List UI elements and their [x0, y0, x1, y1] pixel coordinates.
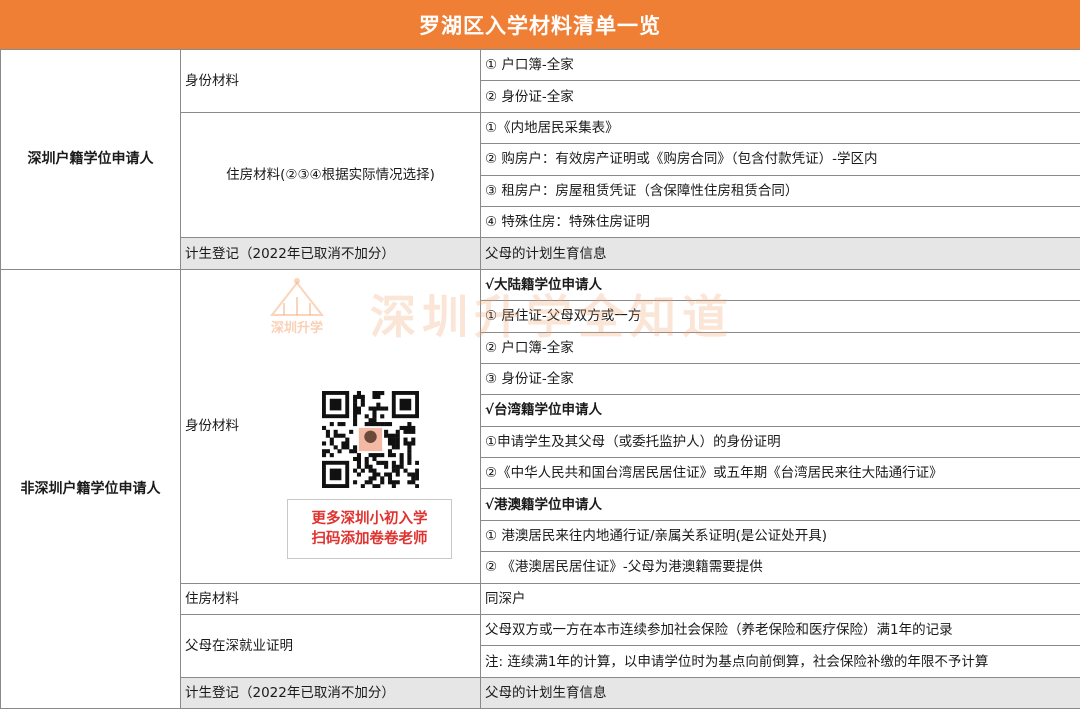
family-planning-label: 计生登记（2022年已取消不加分）: [181, 238, 481, 269]
table-row: 非深圳户籍学位申请人 身份材料 √大陆籍学位申请人: [1, 269, 1080, 300]
list-item: ①申请学生及其父母（或委托监护人）的身份证明: [481, 426, 1080, 457]
list-item: √台湾籍学位申请人: [481, 395, 1080, 426]
family-planning-label: 计生登记（2022年已取消不加分）: [181, 677, 481, 708]
list-item: ①《内地居民采集表》: [481, 112, 1080, 143]
id-materials-label: 身份材料: [181, 50, 481, 113]
list-item: √港澳籍学位申请人: [481, 489, 1080, 520]
family-planning-value: 父母的计划生育信息: [481, 238, 1080, 269]
housing-materials-label: 住房材料(②③④根据实际情况选择): [181, 112, 481, 238]
promo-box: 更多深圳小初入学 扫码添加卷卷老师: [287, 499, 452, 559]
materials-table: 深圳户籍学位申请人 身份材料 ① 户口簿-全家 ② 身份证-全家 住房材料(②③…: [0, 49, 1080, 709]
applicant-shenzhen: 深圳户籍学位申请人: [1, 50, 181, 270]
list-item: ① 居住证-父母双方或一方: [481, 301, 1080, 332]
list-item: ① 港澳居民来往内地通行证/亲属关系证明(是公证处开具): [481, 520, 1080, 551]
page-title: 罗湖区入学材料清单一览: [0, 0, 1080, 49]
list-item: ③ 租房户：房屋租赁凭证（含保障性住房租赁合同）: [481, 175, 1080, 206]
list-item: ① 户口簿-全家: [481, 50, 1080, 81]
list-item: ② 户口簿-全家: [481, 332, 1080, 363]
employment-proof-label: 父母在深就业证明: [181, 615, 481, 678]
list-item: ②《中华人民共和国台湾居民居住证》或五年期《台湾居民来往大陆通行证》: [481, 458, 1080, 489]
list-item: ② 购房户：有效房产证明或《购房合同》（包含付款凭证）-学区内: [481, 144, 1080, 175]
family-planning-value: 父母的计划生育信息: [481, 677, 1080, 708]
table-row: 深圳户籍学位申请人 身份材料 ① 户口簿-全家: [1, 50, 1080, 81]
housing-materials-label: 住房材料: [181, 583, 481, 614]
qr-code-icon: [322, 391, 419, 488]
list-item: 注: 连续满1年的计算，以申请学位时为基点向前倒算，社会保险补缴的年限不予计算: [481, 646, 1080, 677]
promo-line-2: 扫码添加卷卷老师: [288, 529, 451, 549]
list-item: √大陆籍学位申请人: [481, 269, 1080, 300]
qr-code[interactable]: [322, 391, 419, 488]
promo-line-1: 更多深圳小初入学: [288, 509, 451, 529]
applicant-non-shenzhen: 非深圳户籍学位申请人: [1, 269, 181, 708]
list-item: ③ 身份证-全家: [481, 363, 1080, 394]
list-item: ② 《港澳居民居住证》-父母为港澳籍需要提供: [481, 552, 1080, 583]
list-item: ④ 特殊住房：特殊住房证明: [481, 206, 1080, 237]
housing-materials-value: 同深户: [481, 583, 1080, 614]
list-item: 父母双方或一方在本市连续参加社会保险（养老保险和医疗保险）满1年的记录: [481, 615, 1080, 646]
list-item: ② 身份证-全家: [481, 81, 1080, 112]
